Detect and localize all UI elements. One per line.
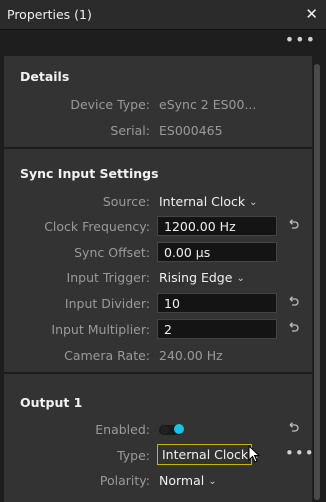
output-1-section: Output 1 Enabled: Type: Internal Clock⌄ … [4, 374, 312, 502]
source-label: Source: [102, 194, 150, 209]
input-multiplier-label: Input Multiplier: [51, 322, 150, 337]
enabled-toggle[interactable] [159, 424, 185, 436]
chevron-down-icon: ⌄ [208, 476, 217, 487]
input-multiplier-input[interactable]: 2 [157, 319, 277, 339]
serial-row: Serial: ES000465 [4, 120, 312, 142]
details-section: Details Device Type: eSync 2 ES00... Ser… [4, 56, 312, 148]
device-type-row: Device Type: eSync 2 ES00... [4, 94, 312, 116]
sync-offset-label: Sync Offset: [74, 245, 150, 260]
reset-icon[interactable] [286, 421, 300, 435]
camera-rate-row: Camera Rate: 240.00 Hz [4, 345, 312, 367]
enabled-label: Enabled: [95, 422, 150, 437]
panel-title: Properties (1) [7, 7, 92, 22]
input-divider-label: Input Divider: [64, 296, 150, 311]
polarity-label: Polarity: [99, 473, 150, 488]
ellipsis-icon[interactable]: ••• [285, 446, 312, 461]
type-label: Type: [117, 448, 150, 463]
device-type-label: Device Type: [70, 97, 150, 112]
input-trigger-label: Input Trigger: [66, 270, 150, 285]
serial-label: Serial: [110, 123, 150, 138]
sync-input-section-title: Sync Input Settings [20, 166, 159, 181]
input-multiplier-row: Input Multiplier: 2 [4, 319, 312, 341]
properties-scroll-area: Details Device Type: eSync 2 ES00... Ser… [4, 56, 312, 502]
scrollbar-thumb[interactable] [314, 64, 320, 500]
sync-offset-input[interactable]: 0.00 µs [157, 242, 277, 262]
close-icon[interactable]: ✕ [305, 4, 318, 24]
polarity-dropdown[interactable]: Normal ⌄ [159, 473, 217, 488]
reset-icon[interactable] [286, 321, 300, 335]
panel-toolbar: ••• [0, 30, 326, 54]
source-dropdown[interactable]: Internal Clock ⌄ [159, 194, 258, 209]
mouse-cursor-icon [248, 445, 261, 463]
type-row: Type: Internal Clock⌄ ••• [4, 444, 312, 467]
output-1-section-title: Output 1 [20, 395, 83, 410]
input-trigger-dropdown[interactable]: Rising Edge ⌄ [159, 270, 245, 285]
clock-frequency-row: Clock Frequency: 1200.00 Hz [4, 216, 312, 238]
sync-offset-row: Sync Offset: 0.00 µs [4, 242, 312, 264]
details-section-title: Details [20, 69, 70, 84]
input-trigger-row: Input Trigger: Rising Edge ⌄ [4, 267, 312, 289]
camera-rate-value: 240.00 Hz [159, 348, 223, 363]
reset-icon[interactable] [286, 295, 300, 309]
toggle-knob [174, 424, 184, 434]
ellipsis-icon[interactable]: ••• [285, 32, 316, 48]
enabled-row: Enabled: [4, 419, 312, 441]
properties-titlebar: Properties (1) ✕ [0, 0, 326, 30]
clock-frequency-label: Clock Frequency: [44, 219, 150, 234]
camera-rate-label: Camera Rate: [64, 348, 150, 363]
input-divider-row: Input Divider: 10 [4, 293, 312, 315]
sync-input-section: Sync Input Settings Source: Internal Clo… [4, 149, 312, 373]
reset-icon[interactable] [286, 218, 300, 232]
clock-frequency-input[interactable]: 1200.00 Hz [157, 216, 277, 236]
vertical-scrollbar[interactable] [313, 56, 321, 502]
input-divider-input[interactable]: 10 [157, 293, 277, 313]
type-dropdown[interactable]: Internal Clock⌄ [157, 444, 260, 465]
serial-value: ES000465 [159, 123, 223, 138]
source-row: Source: Internal Clock ⌄ [4, 191, 312, 213]
polarity-row: Polarity: Normal ⌄ [4, 470, 312, 492]
chevron-down-icon: ⌄ [249, 197, 258, 208]
device-type-value: eSync 2 ES00... [159, 97, 257, 112]
chevron-down-icon: ⌄ [236, 273, 245, 284]
toggle-off-dot [161, 426, 169, 434]
